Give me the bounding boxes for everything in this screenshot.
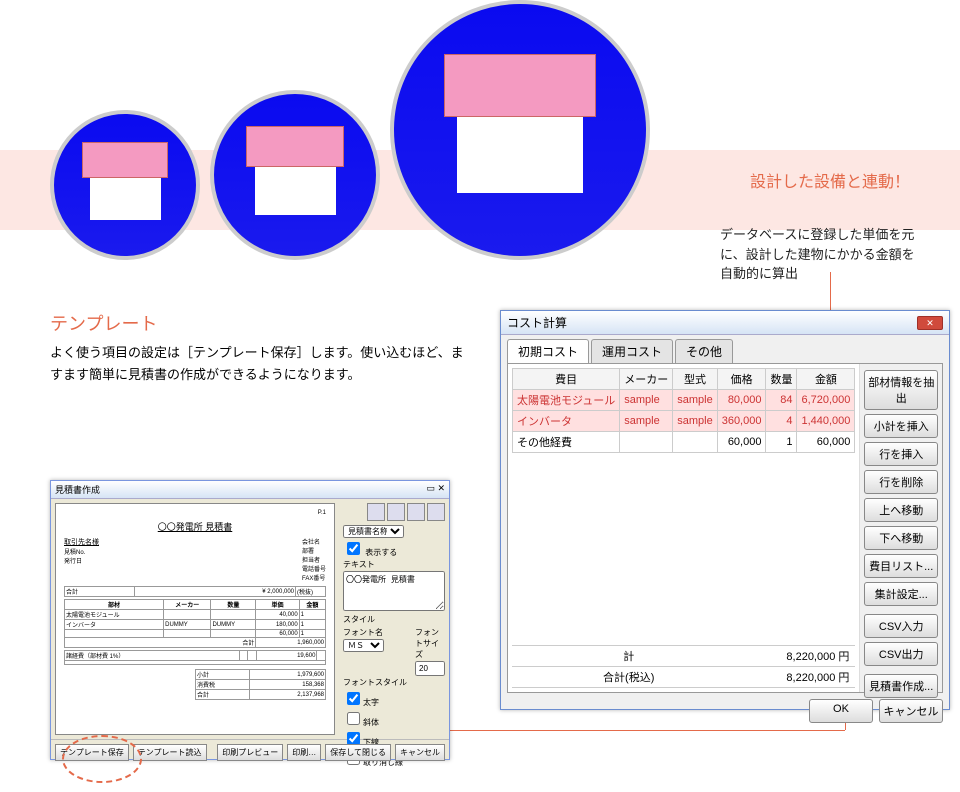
template-section: テンプレート よく使う項目の設定は［テンプレート保存］します。使い込むほど、ます…	[50, 310, 470, 386]
aggregate-settings-button[interactable]: 集計設定...	[864, 582, 938, 606]
csv-in-button[interactable]: CSV入力	[864, 614, 938, 638]
item-list-button[interactable]: 費目リスト...	[864, 554, 938, 578]
table-row[interactable]: インバータ sample sample 360,000 4 1,440,000	[513, 411, 855, 432]
info-company: 会社名	[302, 537, 326, 546]
sum-value: 8,220,000	[786, 651, 835, 663]
col: 単価	[256, 600, 299, 610]
font-select[interactable]: ＭＳ Ｐゴシック	[343, 639, 384, 652]
info-dept: 部署	[302, 546, 326, 555]
table-row[interactable]: 太陽電池モジュール sample sample 80,000 84 6,720,…	[513, 390, 855, 411]
estimate-side-panel: 見積書名称 表示する テキスト 〇〇発電所 見積書 スタイル フォント名 ＭＳ …	[339, 499, 449, 739]
col: 部材	[65, 600, 164, 610]
col-amount: 金額	[797, 369, 855, 390]
col-model: 型式	[673, 369, 717, 390]
italic-check[interactable]: 斜体	[343, 709, 445, 728]
cost-dialog: コスト計算 ✕ 初期コスト 運用コスト その他 費目 メーカー 型式 価格 数量…	[500, 310, 950, 710]
col: 金額	[299, 600, 325, 610]
text-input[interactable]: 〇〇発電所 見積書	[343, 571, 445, 611]
side-action-icon[interactable]	[427, 503, 445, 521]
show-checkbox[interactable]: 表示する	[343, 539, 445, 558]
cost-totals: 計 8,220,000 円 合計(税込) 8,220,000 円	[512, 645, 855, 688]
cost-table[interactable]: 費目 メーカー 型式 価格 数量 金額 太陽電池モジュール sample sam…	[512, 368, 855, 453]
col: メーカー	[164, 600, 211, 610]
linked-callout: 設計した設備と連動！	[750, 168, 910, 192]
tax-label: 合計(税込)	[512, 667, 745, 687]
col-item: 費目	[513, 369, 620, 390]
side-action-icon[interactable]	[387, 503, 405, 521]
sum-label: 計	[512, 646, 745, 666]
font-label: フォント名	[343, 627, 411, 638]
insert-subtotal-button[interactable]: 小計を挿入	[864, 414, 938, 438]
preview-circle-1	[50, 110, 200, 260]
size-label: フォントサイズ	[415, 627, 445, 660]
ok-button[interactable]: OK	[809, 699, 873, 723]
template-body: よく使う項目の設定は［テンプレート保存］します。使い込むほど、ますます簡単に見積…	[50, 342, 470, 386]
highlight-circle	[62, 735, 142, 783]
style-label: スタイル	[343, 614, 445, 625]
tab-initial-cost[interactable]: 初期コスト	[507, 339, 589, 363]
estimate-title: 見積書作成	[55, 483, 100, 496]
make-estimate-button[interactable]: 見積書作成...	[864, 674, 938, 698]
col-maker: メーカー	[620, 369, 673, 390]
template-load-button[interactable]: テンプレート読込	[133, 744, 207, 761]
estimate-document: P.1 〇〇発電所 見積書 取引先名様 見積No.発行日 会社名 部署 担当者 …	[55, 503, 335, 735]
cost-tabs: 初期コスト 運用コスト その他	[501, 335, 949, 363]
cost-titlebar: コスト計算 ✕	[501, 311, 949, 335]
save-close-button[interactable]: 保存して閉じる	[325, 744, 391, 761]
window-controls[interactable]: ▭ ✕	[426, 483, 445, 496]
col-price: 価格	[717, 369, 766, 390]
col-qty: 数量	[766, 369, 797, 390]
info-fax: FAX番号	[302, 573, 326, 582]
tax-value: 8,220,000	[786, 672, 835, 684]
insert-row-button[interactable]: 行を挿入	[864, 442, 938, 466]
preview-circle-3	[390, 0, 650, 260]
db-note: データベースに登録した単価を元に、設計した建物にかかる金額を自動的に算出	[720, 225, 920, 284]
bold-check[interactable]: 太字	[343, 689, 445, 708]
side-action-icon[interactable]	[407, 503, 425, 521]
size-input[interactable]	[415, 661, 445, 676]
cancel-button[interactable]: キャンセル	[395, 744, 445, 761]
delete-row-button[interactable]: 行を削除	[864, 470, 938, 494]
csv-out-button[interactable]: CSV出力	[864, 642, 938, 666]
close-icon[interactable]: ✕	[917, 316, 943, 330]
move-up-button[interactable]: 上へ移動	[864, 498, 938, 522]
estimate-dialog: 見積書作成 ▭ ✕ P.1 〇〇発電所 見積書 取引先名様 見積No.発行日 会…	[50, 480, 450, 760]
print-button[interactable]: 印刷…	[287, 744, 321, 761]
tab-operation-cost[interactable]: 運用コスト	[591, 339, 673, 363]
extract-parts-button[interactable]: 部材情報を抽出	[864, 370, 938, 410]
preview-circles	[50, 0, 650, 260]
move-down-button[interactable]: 下へ移動	[864, 526, 938, 550]
info-person: 担当者	[302, 555, 326, 564]
estimate-titlebar: 見積書作成 ▭ ✕	[51, 481, 449, 499]
preview-circle-2	[210, 90, 380, 260]
cost-title: コスト計算	[507, 314, 567, 331]
template-heading: テンプレート	[50, 310, 470, 336]
part-select[interactable]: 見積書名称	[343, 525, 404, 538]
text-label: テキスト	[343, 559, 445, 570]
fontstyle-label: フォントスタイル	[343, 677, 445, 688]
info-tel: 電話番号	[302, 564, 326, 573]
tab-other[interactable]: その他	[675, 339, 733, 363]
col: 数量	[211, 600, 256, 610]
doc-items-table: 部材 メーカー 数量 単価 金額 太陽電池モジュール40,0001 インバータD…	[64, 599, 326, 648]
dest-label: 取引先名様	[64, 537, 99, 547]
table-row[interactable]: その他経費 60,000 1 60,000	[513, 432, 855, 453]
cost-side-buttons: 部材情報を抽出 小計を挿入 行を挿入 行を削除 上へ移動 下へ移動 費目リスト.…	[859, 364, 942, 692]
cancel-button[interactable]: キャンセル	[879, 699, 943, 723]
side-action-icon[interactable]	[367, 503, 385, 521]
doc-title: 〇〇発電所 見積書	[64, 520, 326, 533]
print-preview-button[interactable]: 印刷プレビュー	[217, 744, 283, 761]
